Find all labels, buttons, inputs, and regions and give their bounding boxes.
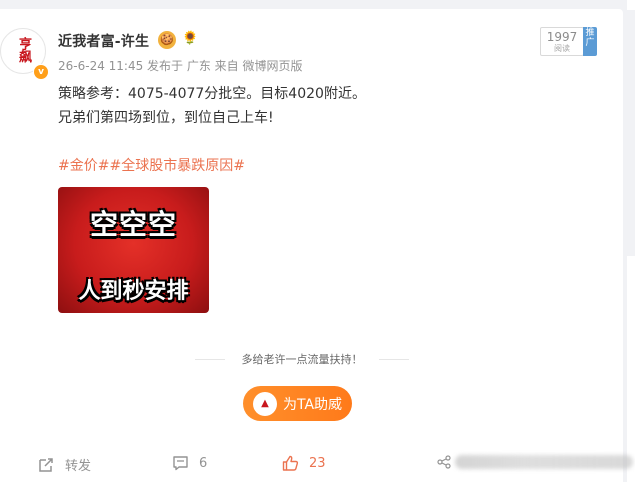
post-text-line-2: 兄弟们第四场到位，到位自己上车! <box>58 110 274 126</box>
like-button[interactable]: 23 <box>282 455 326 471</box>
promote-button[interactable]: 推广 <box>583 27 597 56</box>
forward-button[interactable]: 转发 <box>38 455 91 474</box>
post-image[interactable]: 空空空 人到秒安排 <box>58 187 209 313</box>
avatar-logo-text: 亨飙 <box>16 37 31 63</box>
author-name[interactable]: 近我者富-许生 <box>58 31 149 51</box>
read-count: 1997 <box>546 30 578 44</box>
share-button[interactable] <box>437 455 633 469</box>
share-icon <box>437 455 451 469</box>
read-label: 阅读 <box>554 44 570 53</box>
image-caption-line-1: 空空空 <box>89 208 177 241</box>
read-count-box: 1997 阅读 <box>540 27 584 56</box>
image-caption-line-2: 人到秒安排 <box>78 279 189 304</box>
like-count: 23 <box>309 455 326 471</box>
side-rail-top <box>627 0 635 10</box>
comment-count: 6 <box>199 455 208 471</box>
share-label-blurred <box>455 455 633 469</box>
divider-right <box>379 359 409 360</box>
avatar-logo: 亨飙 <box>6 32 40 68</box>
comment-icon <box>173 456 188 471</box>
comment-button[interactable]: 6 <box>172 455 207 471</box>
boost-button[interactable]: ▲ 为TA助威 <box>243 386 352 421</box>
fan-badge-icon[interactable]: 🍪 <box>158 31 176 49</box>
thumbs-up-icon <box>282 455 299 471</box>
post-hashtags[interactable]: #金价##全球股市暴跌原因# <box>58 155 245 175</box>
side-rail <box>627 256 635 482</box>
support-text: 多给老许一点流量扶持！ <box>241 353 363 366</box>
sunflower-badge-icon[interactable]: 🌻 <box>182 31 198 46</box>
verified-badge-icon: v <box>33 64 49 80</box>
boost-label: 为TA助威 <box>283 396 343 413</box>
boost-avatar-icon: ▲ <box>253 391 277 416</box>
support-prompt: 多给老许一点流量扶持！ <box>195 351 409 367</box>
post-meta: 26-6-24 11:45 发布于 广东 来自 微博网页版 <box>58 59 303 73</box>
forward-icon <box>39 457 53 472</box>
forward-label: 转发 <box>65 459 92 474</box>
post-text-line-1: 策略参考：4075-4077分批空。目标4020附近。 <box>58 86 366 102</box>
